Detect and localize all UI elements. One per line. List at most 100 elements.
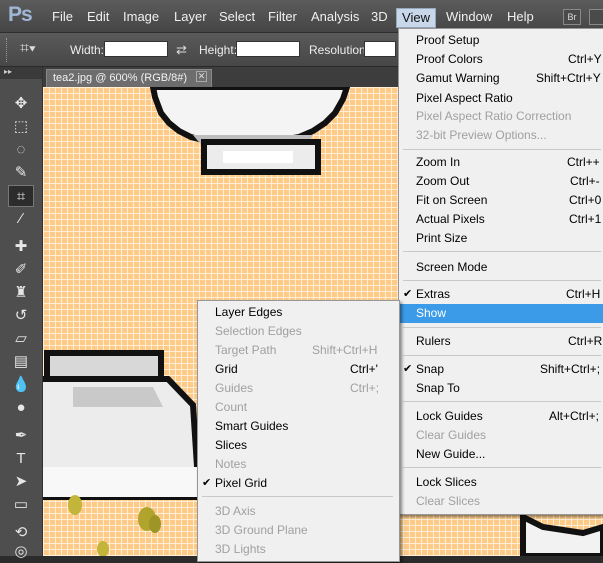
menu-item-show[interactable]: Show — [399, 304, 603, 323]
healing-brush-tool-icon[interactable]: ✚ — [8, 236, 34, 258]
blur-tool-icon[interactable]: 💧 — [8, 374, 34, 396]
menu-item-label: Gamut Warning — [416, 71, 500, 85]
menu-item-label: Proof Colors — [416, 52, 483, 66]
menu-item-new-guide[interactable]: New Guide... — [399, 445, 603, 464]
tools-panel-header[interactable]: ▸▸ — [0, 67, 42, 79]
submenu-item-layer-edges[interactable]: Layer Edges — [198, 303, 397, 322]
brush-tool-icon[interactable]: ✐ — [8, 259, 34, 281]
submenu-item-grid[interactable]: Grid Ctrl+' — [198, 360, 397, 379]
submenu-item-selection-edges: Selection Edges — [198, 322, 397, 341]
menu-view[interactable]: View — [396, 8, 436, 28]
menu-item-proof-colors[interactable]: Proof Colors Ctrl+Y — [399, 50, 603, 69]
move-tool-icon[interactable]: ✥ — [8, 93, 34, 115]
menu-item-lock-guides[interactable]: Lock Guides Alt+Ctrl+; — [399, 407, 603, 426]
menu-item-actual-pixels[interactable]: Actual Pixels Ctrl+1 — [399, 210, 603, 229]
submenu-item-slices[interactable]: Slices — [198, 436, 397, 455]
photoshop-logo: Ps — [8, 3, 33, 26]
menu-item-label: Pixel Aspect Ratio Correction — [416, 109, 572, 123]
menu-image[interactable]: Image — [123, 9, 159, 24]
menu-item-label: Slices — [215, 438, 248, 452]
menu-item-label: Count — [215, 400, 248, 414]
menu-item-pixel-aspect-ratio[interactable]: Pixel Aspect Ratio — [399, 89, 603, 108]
resolution-label: Resolution: — [309, 43, 370, 57]
shape-tool-icon[interactable]: ▭ — [8, 494, 34, 516]
crop-tool-icon[interactable]: ⌗ — [8, 185, 34, 207]
view-menu: Proof Setup Proof Colors Ctrl+Y Gamut War… — [398, 28, 603, 515]
menu-item-rulers[interactable]: Rulers Ctrl+R — [399, 332, 603, 351]
menu-file[interactable]: File — [52, 9, 73, 24]
menu-item-label: Notes — [215, 457, 247, 471]
checkmark-icon: ✔ — [403, 363, 413, 375]
width-input[interactable] — [104, 41, 168, 57]
bridge-button[interactable]: Br — [563, 9, 581, 25]
crop-tool-preset-icon[interactable]: ⌗▾ — [20, 40, 44, 60]
gradient-tool-icon[interactable]: ▤ — [8, 351, 34, 373]
menu-item-extras[interactable]: ✔ Extras Ctrl+H — [399, 285, 603, 304]
menu-item-gamut-warning[interactable]: Gamut Warning Shift+Ctrl+Y — [399, 69, 603, 88]
path-selection-tool-icon[interactable]: ➤ — [8, 471, 34, 493]
menu-item-label: Zoom Out — [416, 174, 470, 188]
menu-item-snap-to[interactable]: Snap To — [399, 379, 603, 398]
quick-selection-tool-icon[interactable]: ✎ — [8, 162, 34, 184]
menu-filter[interactable]: Filter — [268, 9, 297, 24]
height-label: Height: — [199, 43, 238, 57]
menu-item-shortcut: Ctrl+' — [350, 362, 378, 376]
swap-dimensions-icon[interactable]: ⇄ — [176, 42, 187, 58]
menu-separator — [403, 327, 601, 328]
menu-item-snap[interactable]: ✔ Snap Shift+Ctrl+; — [399, 360, 603, 379]
width-label: Width: — [70, 43, 105, 57]
menu-item-label: Selection Edges — [215, 324, 302, 338]
menu-window[interactable]: Window — [446, 9, 492, 24]
menu-item-shortcut: Shift+Ctrl+H — [312, 343, 378, 357]
menu-item-label: Guides — [215, 381, 254, 395]
menu-separator — [403, 149, 601, 150]
menu-item-shortcut: Ctrl+R — [568, 334, 603, 348]
lasso-tool-icon[interactable]: ◌ — [8, 139, 34, 161]
submenu-item-smart-guides[interactable]: Smart Guides — [198, 417, 397, 436]
menu-select[interactable]: Select — [219, 9, 255, 24]
submenu-item-pixel-grid[interactable]: ✔ Pixel Grid — [198, 474, 397, 493]
menu-item-lock-slices[interactable]: Lock Slices — [399, 473, 603, 492]
options-grip[interactable] — [6, 38, 10, 62]
menu-separator — [403, 401, 601, 402]
menu-layer[interactable]: Layer — [174, 9, 207, 24]
menu-3d[interactable]: 3D — [371, 9, 388, 24]
menu-item-label: 3D Axis — [215, 504, 256, 518]
close-icon[interactable]: ✕ — [196, 71, 207, 82]
menu-separator — [403, 467, 601, 468]
submenu-item-notes: Notes — [198, 455, 397, 474]
menu-item-label: Fit on Screen — [416, 193, 488, 207]
submenu-item-guides: Guides Ctrl+; — [198, 379, 397, 398]
show-submenu: Layer Edges Selection Edges Target Path S… — [197, 300, 400, 562]
menu-analysis[interactable]: Analysis — [311, 9, 359, 24]
clone-stamp-tool-icon[interactable]: ♜ — [8, 282, 34, 304]
menu-item-clear-guides: Clear Guides — [399, 426, 603, 445]
dodge-tool-icon[interactable]: ● — [8, 397, 34, 419]
resolution-input[interactable] — [364, 41, 396, 57]
history-brush-tool-icon[interactable]: ↺ — [8, 305, 34, 327]
eyedropper-tool-icon[interactable]: ⁄ — [8, 208, 34, 230]
document-tab[interactable]: tea2.jpg @ 600% (RGB/8#) — [46, 69, 212, 87]
height-input[interactable] — [236, 41, 300, 57]
menu-item-zoom-out[interactable]: Zoom Out Ctrl+- — [399, 172, 603, 191]
checkmark-icon: ✔ — [202, 477, 212, 489]
pen-tool-icon[interactable]: ✒ — [8, 425, 34, 447]
menu-item-proof-setup[interactable]: Proof Setup — [399, 31, 603, 50]
menu-item-zoom-in[interactable]: Zoom In Ctrl++ — [399, 153, 603, 172]
mini-bridge-icon[interactable] — [589, 9, 603, 25]
type-tool-icon[interactable]: T — [8, 448, 34, 470]
3d-orbit-tool-icon[interactable]: ◎ — [8, 541, 34, 563]
marquee-tool-icon[interactable]: ⬚ — [8, 116, 34, 138]
menu-item-label: Smart Guides — [215, 419, 289, 433]
menu-item-shortcut: Ctrl+- — [570, 174, 600, 188]
menu-item-fit-on-screen[interactable]: Fit on Screen Ctrl+0 — [399, 191, 603, 210]
menu-help[interactable]: Help — [507, 9, 534, 24]
menu-item-print-size[interactable]: Print Size — [399, 229, 603, 248]
eraser-tool-icon[interactable]: ▱ — [8, 328, 34, 350]
menu-item-pixel-aspect-ratio-correction: Pixel Aspect Ratio Correction — [399, 107, 603, 126]
menu-edit[interactable]: Edit — [87, 9, 109, 24]
menu-item-label: Pixel Aspect Ratio — [416, 91, 513, 105]
menu-item-shortcut: Alt+Ctrl+; — [549, 409, 600, 423]
menu-separator — [403, 251, 601, 252]
menu-item-screen-mode[interactable]: Screen Mode — [399, 258, 603, 277]
